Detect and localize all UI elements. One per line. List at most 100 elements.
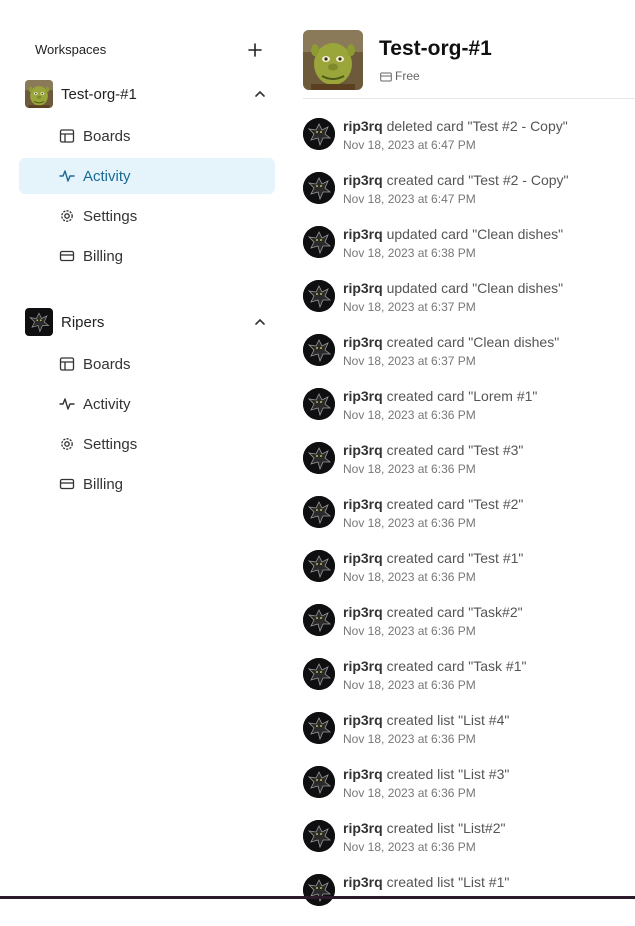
- activity-timestamp: Nov 18, 2023 at 6:36 PM: [343, 408, 476, 422]
- activity-item: rip3rq updated card "Clean dishes" Nov 18…: [303, 278, 635, 332]
- activity-user: rip3rq: [343, 118, 383, 134]
- org-toggle-test-org-1[interactable]: Test-org-#1: [25, 79, 275, 109]
- sidebar-item-activity[interactable]: Activity: [19, 386, 275, 422]
- activity-item: rip3rq created list "List #1": [303, 872, 635, 926]
- activity-user: rip3rq: [343, 874, 383, 890]
- activity-action: created card "Test #3": [386, 442, 524, 458]
- activity-text: rip3rq updated card "Clean dishes": [343, 226, 563, 242]
- activity-user: rip3rq: [343, 766, 383, 782]
- sidebar-item-settings[interactable]: Settings: [19, 198, 275, 234]
- sidebar-item-label: Settings: [83, 208, 138, 225]
- sidebar-item-billing[interactable]: Billing: [19, 466, 275, 502]
- activity-timestamp: Nov 18, 2023 at 6:36 PM: [343, 840, 476, 854]
- sidebar-item-label: Settings: [83, 436, 138, 453]
- activity-item: rip3rq created card "Test #2" Nov 18, 202…: [303, 494, 635, 548]
- activity-user: rip3rq: [343, 820, 383, 836]
- activity-action: created list "List#2": [386, 820, 506, 836]
- activity-timestamp: Nov 18, 2023 at 6:36 PM: [343, 570, 476, 584]
- activity-text: rip3rq updated card "Clean dishes": [343, 280, 563, 296]
- activity-item: rip3rq updated card "Clean dishes" Nov 18…: [303, 224, 635, 278]
- activity-user: rip3rq: [343, 550, 383, 566]
- user-avatar: [303, 226, 335, 258]
- sidebar-item-label: Billing: [83, 476, 124, 493]
- activity-item: rip3rq deleted card "Test #2 - Copy" Nov …: [303, 116, 635, 170]
- activity-timestamp: Nov 18, 2023 at 6:37 PM: [343, 300, 476, 314]
- activity-action: created card "Test #2 - Copy": [386, 172, 569, 188]
- activity-text: rip3rq created card "Test #2": [343, 496, 523, 512]
- activity-timestamp: Nov 18, 2023 at 6:36 PM: [343, 786, 476, 800]
- user-avatar: [303, 550, 335, 582]
- activity-text: rip3rq created list "List #3": [343, 766, 509, 782]
- activity-user: rip3rq: [343, 604, 383, 620]
- activity-action: created list "List #1": [386, 874, 510, 890]
- activity-item: rip3rq created list "List #3" Nov 18, 202…: [303, 764, 635, 818]
- sidebar: Workspaces Test-org-#1 Boards Activity S…: [0, 0, 290, 899]
- activity-text: rip3rq created card "Lorem #1": [343, 388, 537, 404]
- activity-action: created card "Lorem #1": [386, 388, 538, 404]
- user-avatar: [303, 712, 335, 744]
- sidebar-item-boards[interactable]: Boards: [19, 346, 275, 382]
- settings-icon: [61, 438, 73, 450]
- user-avatar: [303, 820, 335, 852]
- activity-item: rip3rq created card "Clean dishes" Nov 18…: [303, 332, 635, 386]
- activity-text: rip3rq created card "Clean dishes": [343, 334, 559, 350]
- settings-icon: [61, 210, 73, 222]
- activity-action: created card "Task#2": [386, 604, 523, 620]
- activity-action: updated card "Clean dishes": [386, 226, 564, 242]
- chevron-up-icon: [255, 318, 265, 325]
- user-avatar: [303, 658, 335, 690]
- credit-card-icon: [380, 72, 392, 82]
- sidebar-item-label: Activity: [83, 396, 131, 413]
- sidebar-item-boards[interactable]: Boards: [19, 118, 275, 154]
- plus-icon: [248, 43, 262, 57]
- plan-label: Free: [395, 69, 420, 83]
- org-avatar: [25, 308, 53, 336]
- user-avatar: [303, 280, 335, 312]
- user-avatar: [303, 172, 335, 204]
- activity-timestamp: Nov 18, 2023 at 6:47 PM: [343, 192, 476, 206]
- activity-text: rip3rq created card "Test #1": [343, 550, 523, 566]
- activity-item: rip3rq created card "Lorem #1" Nov 18, 20…: [303, 386, 635, 440]
- sidebar-item-activity[interactable]: Activity: [19, 158, 275, 194]
- activity-action: created card "Clean dishes": [386, 334, 560, 350]
- activity-timestamp: Nov 18, 2023 at 6:36 PM: [343, 678, 476, 692]
- activity-icon: [59, 170, 75, 182]
- sidebar-item-settings[interactable]: Settings: [19, 426, 275, 462]
- activity-timestamp: Nov 18, 2023 at 6:36 PM: [343, 516, 476, 530]
- org-name: Test-org-#1: [61, 86, 137, 103]
- sidebar-item-label: Billing: [83, 248, 124, 265]
- org-toggle-ripers[interactable]: Ripers: [25, 307, 275, 337]
- activity-action: created list "List #3": [386, 766, 510, 782]
- activity-text: rip3rq created card "Task#2": [343, 604, 523, 620]
- activity-action: deleted card "Test #2 - Copy": [386, 118, 568, 134]
- page-title: Test-org-#1: [379, 37, 492, 60]
- workspaces-title: Workspaces: [35, 42, 107, 57]
- activity-text: rip3rq created card "Test #2 - Copy": [343, 172, 569, 188]
- activity-text: rip3rq created card "Task #1": [343, 658, 526, 674]
- activity-action: created card "Test #1": [386, 550, 524, 566]
- boards-icon: [59, 357, 75, 371]
- activity-user: rip3rq: [343, 280, 383, 296]
- activity-user: rip3rq: [343, 496, 383, 512]
- user-avatar: [303, 766, 335, 798]
- org-header: Test-org-#1 Free: [303, 30, 635, 99]
- user-avatar: [303, 334, 335, 366]
- user-avatar: [303, 874, 335, 906]
- activity-item: rip3rq created card "Task#2" Nov 18, 2023…: [303, 602, 635, 656]
- activity-text: rip3rq deleted card "Test #2 - Copy": [343, 118, 568, 134]
- user-avatar: [303, 604, 335, 636]
- activity-timestamp: Nov 18, 2023 at 6:36 PM: [343, 462, 476, 476]
- activity-action: created card "Task #1": [386, 658, 527, 674]
- activity-text: rip3rq created list "List#2": [343, 820, 505, 836]
- add-workspace-button[interactable]: [245, 40, 265, 60]
- activity-user: rip3rq: [343, 658, 383, 674]
- activity-action: created card "Test #2": [386, 496, 524, 512]
- activity-text: rip3rq created card "Test #3": [343, 442, 523, 458]
- activity-text: rip3rq created list "List #4": [343, 712, 509, 728]
- sidebar-item-billing[interactable]: Billing: [19, 238, 275, 274]
- main-content: Test-org-#1 Free rip3rq deleted card "Te…: [303, 0, 635, 906]
- user-avatar: [303, 442, 335, 474]
- org-avatar-large: [303, 30, 363, 90]
- org-name: Ripers: [61, 314, 105, 331]
- boards-icon: [59, 129, 75, 143]
